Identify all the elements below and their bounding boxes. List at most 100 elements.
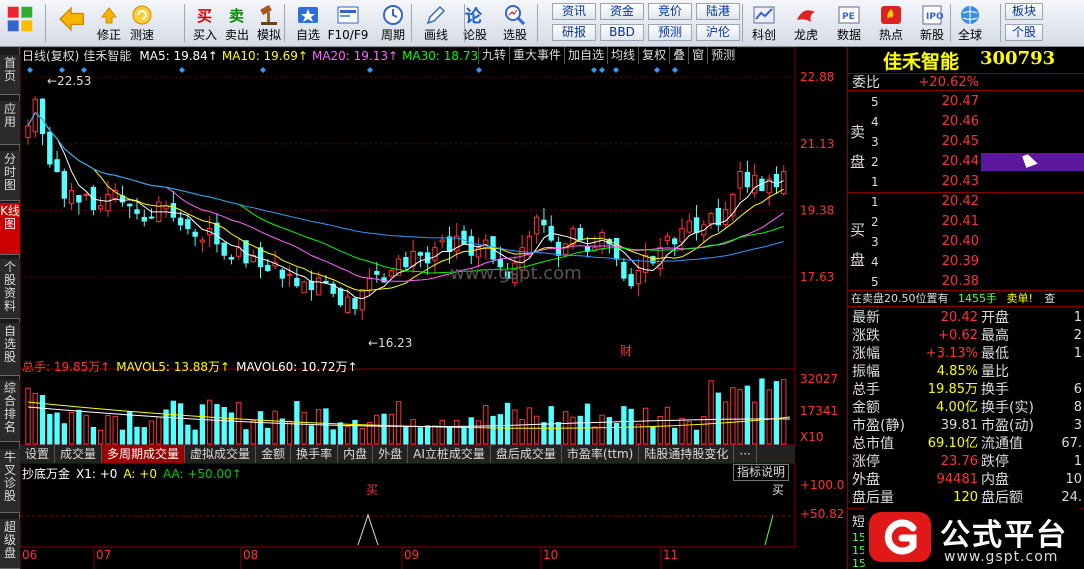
- event-diamond[interactable]: [672, 67, 678, 73]
- sidebar-item-1[interactable]: 应用: [0, 101, 20, 145]
- weibi-row: 委比 +20.62%: [848, 73, 1084, 91]
- grid-button-4[interactable]: 研报: [552, 24, 596, 41]
- toolbar-label: 买入: [192, 28, 217, 42]
- toolbar-btn-3[interactable]: 测速: [127, 2, 157, 45]
- toolbar-btn-8[interactable]: F10/F9: [328, 2, 368, 45]
- sidebar-item-7[interactable]: 牛叉诊股: [0, 449, 20, 513]
- ind-header-1: X1: +0: [76, 467, 118, 481]
- volume-bar: [236, 402, 242, 445]
- event-diamond[interactable]: [599, 67, 605, 73]
- volume-tab-9[interactable]: 盘后成交量: [491, 445, 562, 463]
- event-diamond[interactable]: [476, 67, 482, 73]
- toolbar-btn-2[interactable]: 修正: [94, 2, 124, 45]
- toolbar-btn-5[interactable]: 卖卖出: [222, 2, 252, 45]
- grid-button-6[interactable]: 预测: [648, 24, 692, 41]
- stat-value: 39.81: [940, 418, 978, 433]
- ask-level: 3: [871, 135, 879, 149]
- chart-btn-1[interactable]: 重大事件: [509, 47, 564, 64]
- ma-label-2: MA20: 19.13↑: [311, 49, 399, 63]
- chart-btn-0[interactable]: 九转: [478, 47, 509, 64]
- volume-tab-11[interactable]: 陆股通持股变化: [639, 445, 735, 463]
- sidebar-item-6[interactable]: 综合排名: [0, 380, 20, 442]
- toolbar-btn-13[interactable]: 科创: [749, 2, 779, 45]
- chart-btn-4[interactable]: 复权: [638, 47, 669, 64]
- sidebar-item-0[interactable]: 首页: [0, 55, 20, 95]
- event-diamond[interactable]: [81, 67, 87, 73]
- chart-btn-3[interactable]: 均线: [607, 47, 638, 64]
- candle-body: [199, 239, 206, 243]
- right-button-0[interactable]: 板块: [1005, 3, 1043, 20]
- toolbar-btn-14[interactable]: 龙虎: [791, 2, 821, 45]
- toolbar-btn-16[interactable]: 热点: [876, 2, 906, 45]
- grid-button-3[interactable]: 陆港: [696, 3, 740, 20]
- toolbar-label: 选股: [502, 28, 527, 42]
- grid-button-2[interactable]: 竞价: [648, 3, 692, 20]
- toolbar-btn-1[interactable]: [52, 2, 90, 45]
- right-button-1[interactable]: 个股: [1005, 24, 1043, 41]
- event-diamond[interactable]: [654, 67, 660, 73]
- volume-tab-4[interactable]: 金额: [256, 445, 292, 463]
- volume-bar: [599, 414, 605, 445]
- toolbar-btn-4[interactable]: 买买入: [190, 2, 220, 45]
- toolbar-label: 论股: [462, 28, 487, 42]
- volume-bar: [345, 426, 351, 445]
- stat-label-right: 开盘: [981, 310, 1009, 326]
- volume-tab-5[interactable]: 换手率: [291, 445, 339, 463]
- volume-tab-1[interactable]: 成交量: [55, 445, 103, 463]
- svg-text:论: 论: [465, 6, 483, 26]
- volume-tab-10[interactable]: 市盈率(ttm): [562, 445, 640, 463]
- volume-bar: [337, 422, 344, 445]
- sidebar-item-5[interactable]: 自选股: [0, 323, 20, 376]
- volume-bar: [330, 429, 336, 445]
- toolbar-btn-6[interactable]: 模拟: [254, 2, 284, 45]
- volume-tab-3[interactable]: 虚拟成交量: [185, 445, 257, 463]
- grid-button-5[interactable]: BBD: [600, 24, 644, 41]
- candle-body: [773, 173, 780, 188]
- sidebar-item-4[interactable]: 个股资料: [0, 259, 20, 319]
- event-diamond[interactable]: [367, 67, 373, 73]
- toolbar-btn-10[interactable]: 画线: [421, 2, 451, 45]
- volume-tab-12[interactable]: ···: [734, 445, 757, 463]
- chart-btn-6[interactable]: 窗: [688, 47, 707, 64]
- toolbar-separator: [950, 4, 951, 42]
- sidebar-item-3[interactable]: K线图: [0, 203, 20, 255]
- chart-btn-5[interactable]: 叠: [669, 47, 688, 64]
- toolbar-btn-18[interactable]: 全球: [955, 2, 985, 45]
- volume-tab-7[interactable]: 外盘: [373, 445, 409, 463]
- volume-tab-8[interactable]: AI立桩成交量: [408, 445, 491, 463]
- toolbar-btn-12[interactable]: 选股: [500, 2, 530, 45]
- toolbar-label: 模拟: [256, 28, 281, 42]
- toolbar-btn-9[interactable]: 周期: [378, 2, 408, 45]
- event-diamond[interactable]: [27, 67, 33, 73]
- volume-tab-0[interactable]: 设置: [20, 445, 56, 463]
- candle-body: [134, 209, 140, 214]
- stat-value: 23.76: [940, 454, 978, 469]
- grid-button-0[interactable]: 资讯: [552, 3, 596, 20]
- kline-chart-area[interactable]: 22.88 21.13 19.38 17.63 ←22.53 ←16.23 财 www.gsp…: [20, 47, 846, 569]
- candle-body: [47, 131, 53, 165]
- volume-bar: [192, 429, 198, 445]
- event-diamond[interactable]: [260, 67, 266, 73]
- grid-button-7[interactable]: 沪伦: [696, 24, 740, 41]
- event-diamond[interactable]: [179, 67, 185, 73]
- toolbar-btn-17[interactable]: IPO 新股: [917, 2, 947, 45]
- toolbar-btn-7[interactable]: 自选: [293, 2, 323, 45]
- candle-body: [279, 269, 286, 279]
- event-diamond[interactable]: [591, 67, 597, 73]
- toolbar-btn-15[interactable]: PE 数据: [834, 2, 864, 45]
- volume-tab-6[interactable]: 内盘: [338, 445, 374, 463]
- toolbar-label: 新股: [919, 28, 944, 42]
- chart-btn-2[interactable]: 加自选: [564, 47, 607, 64]
- toolbar-btn-0[interactable]: [1, 2, 39, 45]
- sidebar-item-2[interactable]: 分时图: [0, 151, 20, 201]
- candle-body: [352, 298, 358, 310]
- chart-btn-7[interactable]: 预测: [707, 47, 738, 64]
- volume-bar: [751, 401, 758, 445]
- volume-tab-2[interactable]: 多周期成交量: [102, 445, 186, 463]
- grid-button-1[interactable]: 资金: [600, 3, 644, 20]
- sidebar-item-8[interactable]: 超级盘: [0, 519, 20, 569]
- candle-body: [628, 274, 634, 287]
- event-diamond[interactable]: [59, 67, 65, 73]
- event-diamond[interactable]: [613, 67, 619, 73]
- indicator-help-button[interactable]: 指标说明: [733, 464, 790, 481]
